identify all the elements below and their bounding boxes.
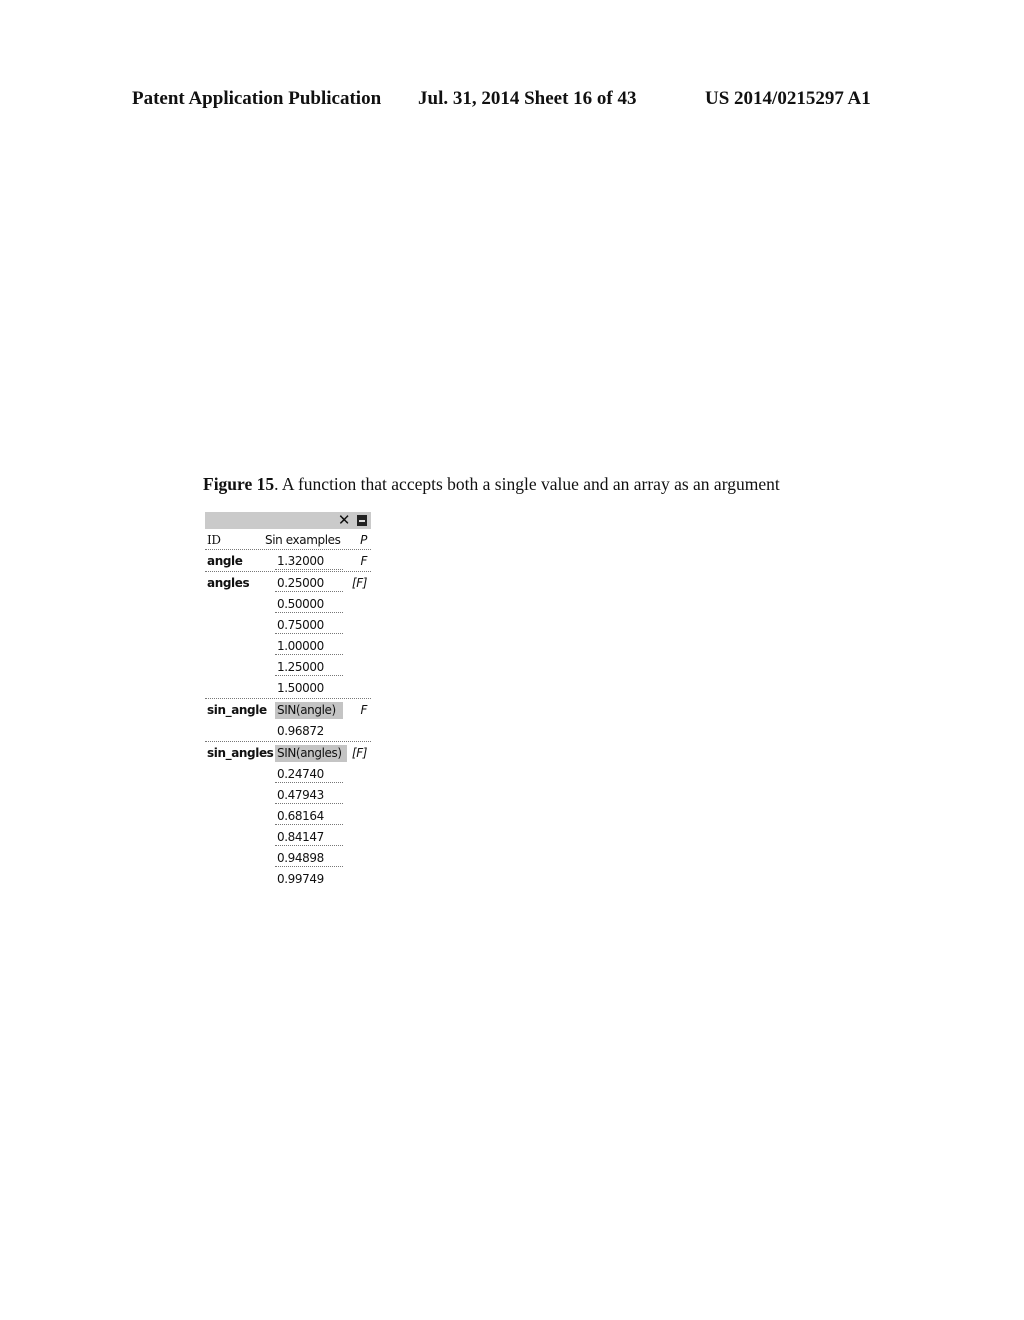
panel-titlebar[interactable]: ✕ (205, 512, 371, 529)
page-header: Patent Application Publication Jul. 31, … (0, 88, 1024, 114)
value-row: 1.50000 (205, 677, 371, 698)
column-header-flag: P (360, 533, 367, 547)
variable-id[interactable]: angles (207, 576, 250, 590)
figure-caption: Figure 15. A function that accepts both … (203, 474, 780, 495)
value-row: 0.84147 (205, 826, 371, 847)
value-row: 0.24740 (205, 763, 371, 784)
value-row: 0.47943 (205, 784, 371, 805)
value-cell[interactable]: 1.25000 (275, 659, 343, 676)
value-cell[interactable]: 1.50000 (275, 680, 343, 697)
variable-row-angles: angles [F] 0.25000 (205, 571, 371, 593)
variable-id[interactable]: sin_angle (207, 703, 267, 717)
value-row: 0.99749 (205, 868, 371, 889)
value-row: 1.25000 (205, 656, 371, 677)
publication-label: Patent Application Publication (132, 88, 382, 109)
value-row: 0.94898 (205, 847, 371, 868)
sin-examples-panel: ✕ ID Sin examples P angle F 1.32000 angles [… (205, 512, 371, 889)
value-cell[interactable]: 0.96872 (275, 723, 343, 740)
value-row: 1.00000 (205, 635, 371, 656)
variable-row-angle: angle F 1.32000 (205, 550, 371, 571)
value-row: 0.50000 (205, 593, 371, 614)
variable-flag: F (360, 703, 367, 717)
save-icon[interactable] (356, 513, 368, 528)
variable-rows: angle F 1.32000 angles [F] 0.25000 0.50000 0.75… (205, 550, 371, 889)
formula-cell[interactable]: SIN(angle) (275, 702, 343, 719)
variable-flag: F (360, 554, 367, 568)
value-cell[interactable]: 1.00000 (275, 638, 343, 655)
value-row: 0.75000 (205, 614, 371, 635)
column-header-row: ID Sin examples P (205, 529, 371, 550)
formula-cell[interactable]: SIN(angles) (275, 745, 347, 762)
variable-flag: [F] (351, 576, 367, 590)
value-cell[interactable]: 0.99749 (275, 871, 343, 888)
patent-number: US 2014/0215297 A1 (705, 88, 871, 109)
value-cell[interactable]: 0.84147 (275, 829, 343, 846)
date-sheet-label: Jul. 31, 2014 Sheet 16 of 43 (418, 88, 637, 109)
value-cell[interactable]: 0.25000 (275, 575, 343, 592)
variable-row-sin_angles: sin_angles [F] SIN(angles) (205, 741, 371, 763)
variable-id[interactable]: sin_angles (207, 746, 274, 760)
column-header-name: Sin examples (265, 533, 341, 547)
figure-label: Figure 15 (203, 474, 275, 494)
value-cell[interactable]: 0.68164 (275, 808, 343, 825)
value-cell[interactable]: 0.24740 (275, 766, 343, 783)
value-cell[interactable]: 0.94898 (275, 850, 343, 867)
variable-flag: [F] (351, 746, 367, 760)
figure-description: . A function that accepts both a single … (274, 474, 780, 494)
column-header-id: ID (207, 533, 221, 547)
value-row: 0.68164 (205, 805, 371, 826)
close-icon[interactable]: ✕ (337, 513, 351, 528)
variable-row-sin_angle: sin_angle F SIN(angle) (205, 698, 371, 720)
value-cell[interactable]: 0.47943 (275, 787, 343, 804)
value-cell[interactable]: 0.75000 (275, 617, 343, 634)
value-cell[interactable]: 1.32000 (275, 553, 343, 570)
variable-id[interactable]: angle (207, 554, 243, 568)
value-cell[interactable]: 0.50000 (275, 596, 343, 613)
value-row: 0.96872 (205, 720, 371, 741)
